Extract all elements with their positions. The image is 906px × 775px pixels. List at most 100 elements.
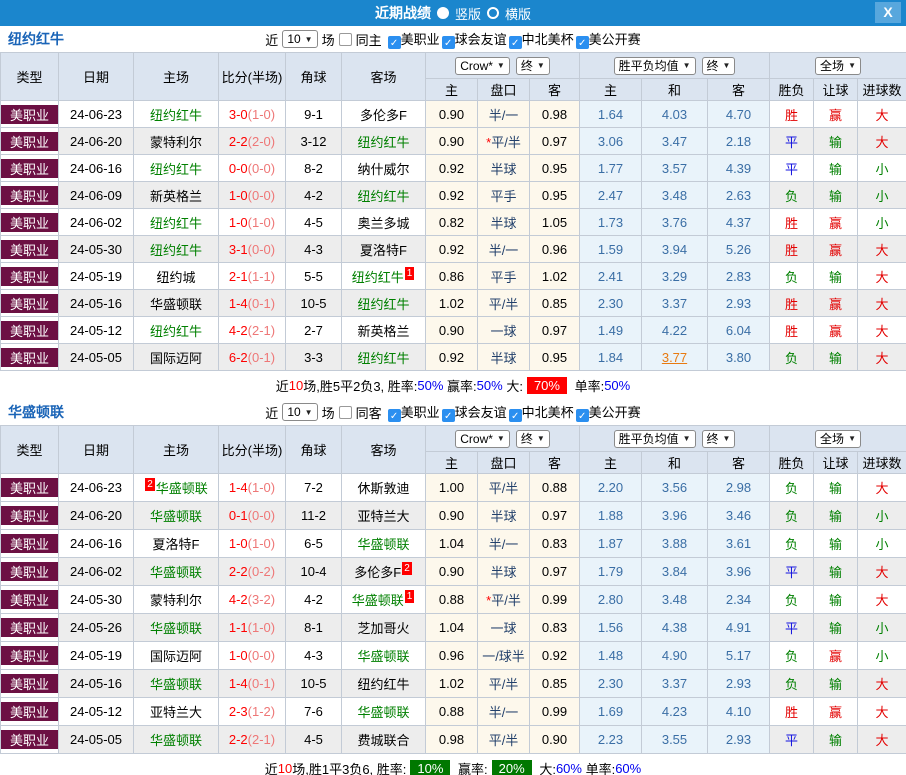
cell-away-team: 纽约红牛 <box>342 670 426 698</box>
same-venue-checkbox[interactable] <box>339 33 352 46</box>
league-checkbox[interactable]: ✓ <box>442 409 455 422</box>
cell-score: 1-4(1-0) <box>219 474 286 502</box>
radio-horizontal-label[interactable]: 横版 <box>505 4 531 23</box>
bookmaker-select[interactable]: Crow*▼ <box>455 57 510 75</box>
league-label: 球会友谊 <box>455 405 507 420</box>
summary-segment: 50% <box>604 378 630 393</box>
cell-euro-draw-odds: 3.57 <box>642 155 708 182</box>
team-name: 华盛顿联 <box>150 297 202 312</box>
final-odds-select[interactable]: 终▼ <box>702 57 736 75</box>
match-row: 美职业24-06-02华盛顿联2-2(0-2)10-4多伦多F20.90半球0.… <box>1 558 906 586</box>
team-name: 纽约红牛 <box>150 216 202 231</box>
cell-corners: 3-12 <box>286 128 342 155</box>
col-asian-home: 主 <box>426 79 478 101</box>
radio-horizontal-layout[interactable] <box>487 7 499 19</box>
handicap-text: 半/一 <box>489 108 519 123</box>
cell-home-team: 蒙特利尔 <box>134 128 219 155</box>
fulltime-score: 1-4 <box>229 480 248 495</box>
cell-league-type: 美职业 <box>1 726 59 754</box>
summary-segment: 胜率: <box>377 759 407 775</box>
radio-vertical-label[interactable]: 竖版 <box>455 4 481 23</box>
cell-league-type: 美职业 <box>1 182 59 209</box>
handicap-text: 平/半 <box>489 481 519 496</box>
cell-score: 2-1(1-1) <box>219 263 286 290</box>
cell-goals-result: 小 <box>858 155 906 182</box>
team-name: 多伦多F <box>354 565 401 580</box>
cell-asian-away-odds: 1.02 <box>530 263 580 290</box>
cell-league-type: 美职业 <box>1 530 59 558</box>
match-count-select[interactable]: 10▼ <box>282 30 317 48</box>
results-table: 类型 日期 主场 比分(半场) 角球 客场 Crow*▼ 终▼ 胜平负均值▼ 终… <box>0 425 906 754</box>
col-goals: 进球数 <box>858 452 906 474</box>
team-name: 亚特兰大 <box>150 705 202 720</box>
euro-draw-value: 4.23 <box>662 704 687 719</box>
league-filter: ✓球会友谊 <box>442 405 507 420</box>
summary-segment: 赢率: <box>443 376 476 395</box>
col-corner: 角球 <box>286 426 342 474</box>
cell-score: 3-0(1-0) <box>219 101 286 128</box>
cell-date: 24-06-23 <box>59 101 134 128</box>
team-name: 新英格兰 <box>150 189 202 204</box>
scope-select[interactable]: 全场▼ <box>815 57 861 75</box>
halftime-score: (0-2) <box>248 564 275 579</box>
summary-segment: 60% <box>615 761 641 775</box>
fulltime-score: 4-2 <box>229 592 248 607</box>
cell-date: 24-06-20 <box>59 502 134 530</box>
cell-asian-home-odds: 0.90 <box>426 128 478 155</box>
cell-handicap-result: 赢 <box>814 101 858 128</box>
avg-odds-select[interactable]: 胜平负均值▼ <box>614 57 696 75</box>
team-name: 华盛顿联 <box>357 705 409 720</box>
fulltime-score: 1-0 <box>229 648 248 663</box>
bookmaker-select[interactable]: Crow*▼ <box>455 430 510 448</box>
col-euro-draw: 和 <box>642 452 708 474</box>
cell-result: 平 <box>770 155 814 182</box>
handicap-text: 一/球半 <box>482 649 525 664</box>
fulltime-score: 2-3 <box>229 704 248 719</box>
scope-select[interactable]: 全场▼ <box>815 430 861 448</box>
cell-league-type: 美职业 <box>1 502 59 530</box>
section-newyork-redbulls: 纽约红牛 近 10▼ 场 同主 ✓美职业✓球会友谊✓中北美杯✓美公开赛 类型 日… <box>0 26 906 399</box>
league-checkbox[interactable]: ✓ <box>509 36 522 49</box>
avg-odds-select[interactable]: 胜平负均值▼ <box>614 430 696 448</box>
league-checkbox[interactable]: ✓ <box>509 409 522 422</box>
league-checkbox[interactable]: ✓ <box>576 409 589 422</box>
chevron-down-icon: ▼ <box>305 35 313 44</box>
cell-asian-home-odds: 0.88 <box>426 586 478 614</box>
cell-goals-result: 大 <box>858 670 906 698</box>
cell-asian-away-odds: 0.99 <box>530 586 580 614</box>
cell-handicap: 半球 <box>478 209 530 236</box>
cell-corners: 3-3 <box>286 344 342 371</box>
league-label: 美公开赛 <box>589 405 641 420</box>
match-row: 美职业24-06-20蒙特利尔2-2(2-0)3-12纽约红牛0.90*平/半0… <box>1 128 906 155</box>
same-venue-checkbox[interactable] <box>339 406 352 419</box>
euro-draw-value: 3.47 <box>662 134 687 149</box>
league-checkbox[interactable]: ✓ <box>388 36 401 49</box>
final-odds-select[interactable]: 终▼ <box>702 430 736 448</box>
cell-score: 6-2(0-1) <box>219 344 286 371</box>
fulltime-score: 2-2 <box>229 732 248 747</box>
titlebar: 近期战绩 竖版 横版 X <box>0 0 906 26</box>
final-odds-select[interactable]: 终▼ <box>516 57 550 75</box>
cell-handicap-result: 输 <box>814 344 858 371</box>
final-odds-select[interactable]: 终▼ <box>516 430 550 448</box>
euro-draw-value: 4.03 <box>662 107 687 122</box>
match-row: 美职业24-05-16华盛顿联1-4(0-1)10-5纽约红牛1.02平/半0.… <box>1 670 906 698</box>
league-checkbox[interactable]: ✓ <box>388 409 401 422</box>
cell-result: 平 <box>770 726 814 754</box>
league-checkbox-group: ✓美职业✓球会友谊✓中北美杯✓美公开赛 <box>386 402 641 422</box>
radio-vertical-layout[interactable] <box>437 7 449 19</box>
match-row: 美职业24-06-16夏洛特F1-0(1-0)6-5华盛顿联1.04半/一0.8… <box>1 530 906 558</box>
cell-result: 负 <box>770 642 814 670</box>
close-icon[interactable]: X <box>875 2 901 23</box>
team-name: 多伦多F <box>360 108 407 123</box>
col-cover: 让球 <box>814 79 858 101</box>
league-checkbox[interactable]: ✓ <box>442 36 455 49</box>
summary-segment: 单率: <box>571 376 604 395</box>
summary-row: 近10场,胜1平3负6, 胜率:10% 赢率:20% 大:60% 单率:60% <box>0 754 906 775</box>
halftime-score: (1-0) <box>248 480 275 495</box>
match-count-select[interactable]: 10▼ <box>282 403 317 421</box>
league-type-pill: 美职业 <box>1 478 58 497</box>
league-checkbox[interactable]: ✓ <box>576 36 589 49</box>
cell-result: 负 <box>770 344 814 371</box>
cell-corners: 4-5 <box>286 209 342 236</box>
